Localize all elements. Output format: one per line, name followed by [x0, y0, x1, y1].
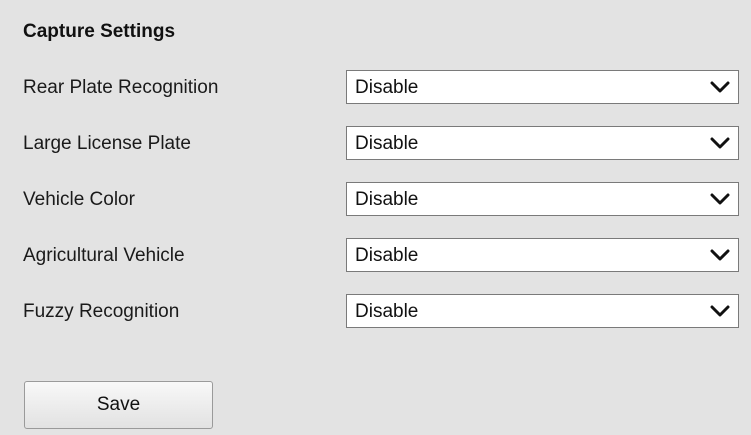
large-license-plate-select[interactable]: Disable [346, 126, 739, 160]
agricultural-vehicle-select[interactable]: Disable [346, 238, 739, 272]
select-value: Disable [355, 189, 419, 210]
setting-row-large-license-plate: Large License Plate Disable [23, 126, 743, 182]
setting-label: Fuzzy Recognition [23, 301, 180, 322]
section-title: Capture Settings [23, 21, 176, 42]
chevron-down-icon [710, 193, 730, 205]
setting-row-rear-plate-recognition: Rear Plate Recognition Disable [23, 70, 743, 126]
select-value: Disable [355, 245, 419, 266]
setting-label: Large License Plate [23, 133, 191, 154]
setting-row-fuzzy-recognition: Fuzzy Recognition Disable [23, 294, 743, 350]
capture-settings-panel: Capture Settings Rear Plate Recognition … [0, 0, 751, 435]
setting-label: Agricultural Vehicle [23, 245, 185, 266]
setting-label: Vehicle Color [23, 189, 135, 210]
vehicle-color-select[interactable]: Disable [346, 182, 739, 216]
setting-label: Rear Plate Recognition [23, 77, 219, 98]
setting-row-vehicle-color: Vehicle Color Disable [23, 182, 743, 238]
chevron-down-icon [710, 81, 730, 93]
select-value: Disable [355, 77, 419, 98]
chevron-down-icon [710, 305, 730, 317]
select-value: Disable [355, 133, 419, 154]
select-value: Disable [355, 301, 419, 322]
save-button[interactable]: Save [24, 381, 213, 429]
chevron-down-icon [710, 137, 730, 149]
fuzzy-recognition-select[interactable]: Disable [346, 294, 739, 328]
rear-plate-recognition-select[interactable]: Disable [346, 70, 739, 104]
settings-list: Rear Plate Recognition Disable Large Lic… [23, 70, 743, 350]
chevron-down-icon [710, 249, 730, 261]
setting-row-agricultural-vehicle: Agricultural Vehicle Disable [23, 238, 743, 294]
